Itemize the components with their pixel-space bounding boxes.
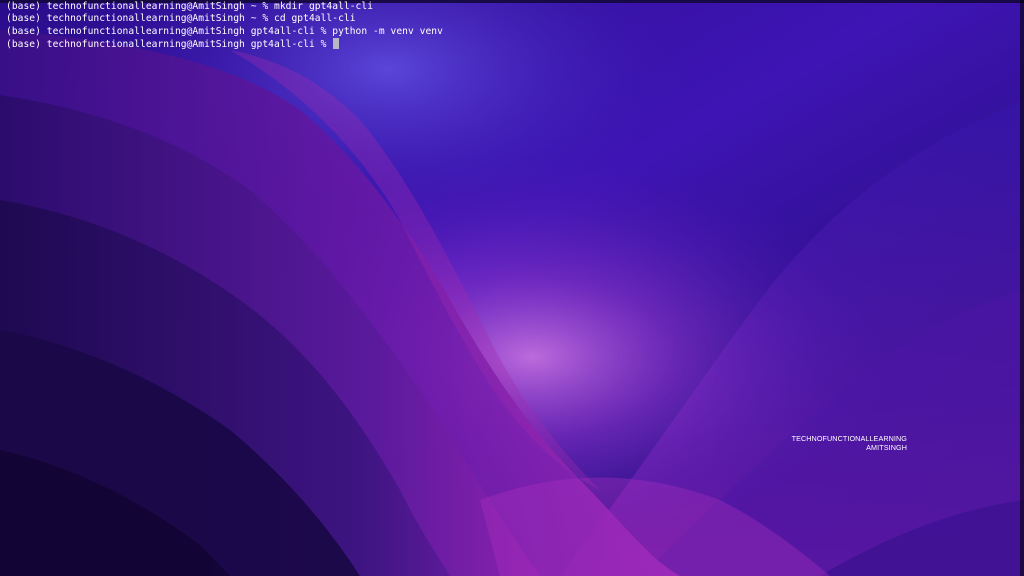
terminal-window[interactable]: (base) technofunctionallearning@AmitSing…: [0, 0, 1024, 576]
watermark: TECHNOFUNCTIONALLEARNING AMITSINGH: [792, 434, 907, 452]
terminal-line: (base) technofunctionallearning@AmitSing…: [6, 13, 356, 25]
terminal-prompt: (base) technofunctionallearning@AmitSing…: [6, 38, 333, 50]
block-cursor-icon[interactable]: [333, 37, 340, 49]
terminal-prompt-line[interactable]: (base) technofunctionallearning@AmitSing…: [6, 37, 443, 51]
terminal-output: (base) technofunctionallearning@AmitSing…: [6, 1, 443, 51]
terminal-line: (base) technofunctionallearning@AmitSing…: [6, 25, 443, 37]
terminal-line: (base) technofunctionallearning@AmitSing…: [6, 1, 374, 12]
watermark-line-2: AMITSINGH: [866, 442, 907, 452]
desktop-screen: (base) technofunctionallearning@AmitSing…: [0, 0, 1024, 576]
